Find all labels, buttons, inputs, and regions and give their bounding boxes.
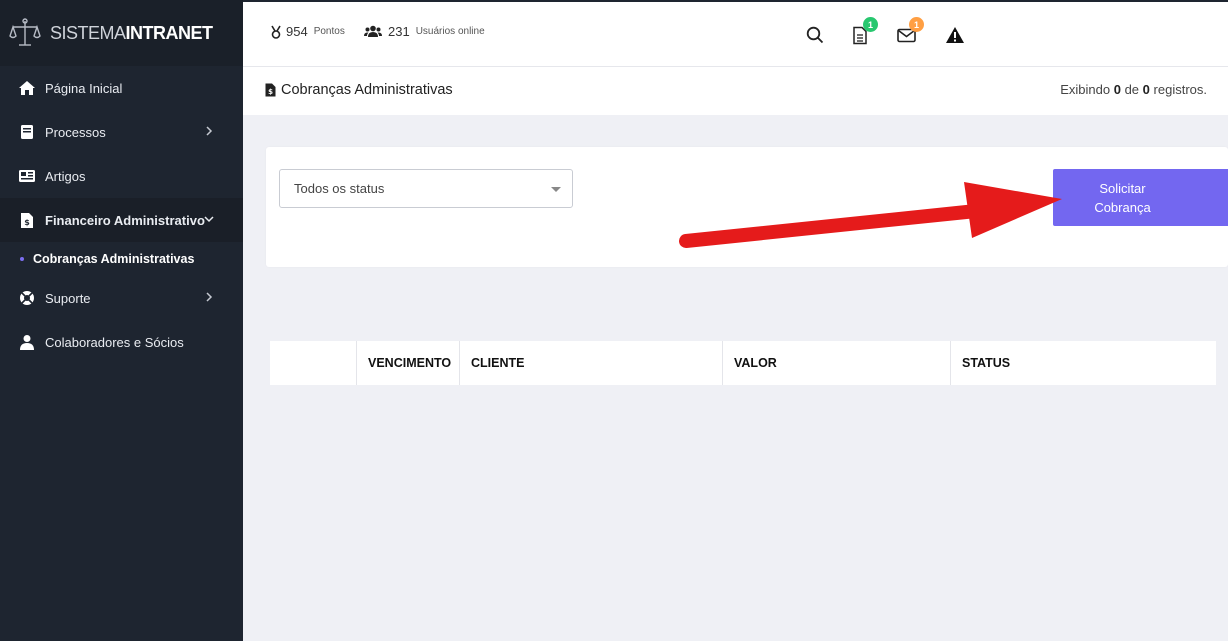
sidebar-item-label: Colaboradores e Sócios (45, 334, 184, 350)
brand[interactable]: SISTEMAINTRANET (0, 0, 243, 66)
user-icon (18, 333, 36, 351)
request-charge-label-line2: Cobrança (1094, 199, 1151, 215)
online-users-value: 231 (388, 24, 410, 39)
chevron-right-icon (206, 292, 213, 302)
documents-badge: 1 (863, 17, 878, 32)
records-shown: 0 (1113, 82, 1121, 97)
sidebar-item-suporte[interactable]: Suporte (0, 276, 243, 320)
records-total: 0 (1142, 82, 1150, 97)
chevron-right-icon (206, 126, 213, 136)
sidebar-item-artigos[interactable]: Artigos (0, 154, 243, 198)
medal-icon (271, 25, 281, 39)
caret-down-icon (551, 187, 561, 192)
column-header-valor[interactable]: VALOR (723, 341, 951, 385)
topbar: 954 Pontos 231 Usuários online 1 1 (243, 0, 1228, 66)
records-suffix: registros. (1153, 82, 1207, 97)
book-icon (18, 123, 36, 141)
records-of: de (1124, 82, 1140, 97)
documents-button[interactable]: 1 (849, 17, 878, 46)
points-label: Pontos (313, 26, 345, 37)
online-users-stat: 231 Usuários online (364, 24, 485, 39)
column-header-vencimento[interactable]: VENCIMENTO (357, 341, 460, 385)
sidebar-item-label: Suporte (45, 290, 91, 306)
charges-table: VENCIMENTO CLIENTE VALOR STATUS (270, 341, 1216, 385)
search-button[interactable] (804, 24, 826, 46)
points-value: 954 (286, 24, 308, 39)
column-header-select (270, 341, 357, 385)
status-filter-select[interactable]: Todos os status (279, 169, 573, 208)
records-count: Exibindo 0 de 0 registros. (1060, 82, 1207, 97)
sidebar-item-colaboradores-e-socios[interactable]: Colaboradores e Sócios (0, 320, 243, 364)
request-charge-label-line1: Solicitar (1099, 180, 1146, 196)
brand-name: SISTEMAINTRANET (50, 22, 213, 43)
sidebar-item-label: Artigos (45, 168, 86, 184)
request-charge-button[interactable]: Solicitar Cobrança (1053, 169, 1228, 226)
bullet-dot (20, 257, 24, 261)
sidebar-item-label: Processos (45, 124, 106, 140)
messages-badge: 1 (909, 17, 924, 32)
sidebar-subitem-cobrancas-administrativas[interactable]: Cobranças Administrativas (0, 242, 243, 276)
chevron-down-icon (204, 216, 214, 223)
page-header: $ Cobranças Administrativas Exibindo 0 d… (243, 66, 1228, 115)
sidebar-item-label: Página Inicial (45, 80, 123, 96)
home-icon (18, 79, 36, 97)
page-title-text: Cobranças Administrativas (281, 82, 453, 98)
sidebar-item-label: Financeiro Administrativo (45, 212, 205, 228)
online-users-label: Usuários online (415, 26, 485, 37)
lifebuoy-icon (18, 289, 36, 307)
column-header-cliente[interactable]: CLIENTE (460, 341, 723, 385)
sidebar-nav: Página Inicial Processos Artigos $ Finan… (0, 66, 243, 364)
sidebar-item-processos[interactable]: Processos (0, 110, 243, 154)
newspaper-icon (18, 167, 36, 185)
sidebar: SISTEMAINTRANET Página Inicial Processos… (0, 0, 243, 641)
records-prefix: Exibindo (1060, 82, 1111, 97)
users-icon (364, 25, 382, 37)
points-stat: 954 Pontos (270, 24, 345, 39)
sidebar-subitem-label: Cobranças Administrativas (33, 252, 195, 266)
sidebar-item-pagina-inicial[interactable]: Página Inicial (0, 66, 243, 110)
page-title: $ Cobranças Administrativas (265, 82, 453, 98)
column-header-status[interactable]: STATUS (951, 341, 1216, 385)
sidebar-item-financeiro-administrativo[interactable]: $ Financeiro Administrativo (0, 198, 243, 242)
file-invoice-icon: $ (18, 211, 36, 229)
status-filter-value: Todos os status (294, 181, 385, 196)
annotation-arrow-icon (679, 182, 1062, 248)
alerts-button[interactable] (944, 24, 966, 46)
justice-scale-logo-icon (9, 18, 41, 46)
search-icon (806, 26, 824, 44)
svg-text:$: $ (24, 218, 30, 227)
messages-button[interactable]: 1 (895, 17, 924, 46)
file-invoice-icon: $ (265, 83, 276, 97)
svg-text:$: $ (268, 88, 273, 96)
warning-icon (946, 27, 964, 43)
